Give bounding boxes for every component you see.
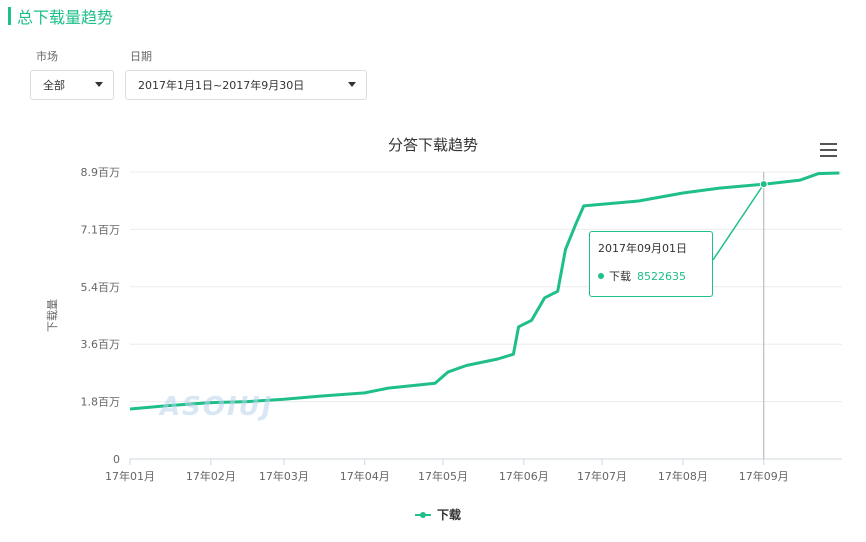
legend-line-icon <box>415 511 431 518</box>
x-tick-label: 17年01月 <box>105 469 155 483</box>
x-tick-label: 17年06月 <box>499 469 549 483</box>
y-axis-label: 下载量 <box>46 299 59 332</box>
download-series-line <box>129 171 840 411</box>
watermark-logo: ASOIUJ <box>160 392 274 422</box>
x-tick-label: 17年03月 <box>259 469 309 483</box>
x-tick-label: 17年08月 <box>658 469 708 483</box>
download-trend-chart: 0 1.8百万 3.6百万 5.4百万 7.1百万 8.9百万 17年01月 17年02月 17… <box>46 166 842 483</box>
y-tick-label: 3.6百万 <box>81 338 121 351</box>
highlight-point <box>759 180 768 189</box>
series-dot-icon <box>598 273 604 279</box>
x-tick-label: 17年04月 <box>340 469 390 483</box>
y-tick-label: 0 <box>113 453 120 466</box>
x-tick-label: 17年07月 <box>577 469 627 483</box>
tick-labels: 0 1.8百万 3.6百万 5.4百万 7.1百万 8.9百万 17年01月 17年02月 17… <box>46 166 789 483</box>
tooltip-date: 2017年09月01日 <box>598 242 687 255</box>
y-tick-label: 1.8百万 <box>81 396 121 409</box>
y-tick-label: 5.4百万 <box>81 281 121 294</box>
x-tick-label: 17年02月 <box>186 469 236 483</box>
y-tick-label: 7.1百万 <box>81 223 121 236</box>
tooltip-series-name: 下载 <box>609 270 631 283</box>
tooltip-connector <box>712 183 765 261</box>
series-layer <box>129 171 840 411</box>
chart-tooltip: 2017年09月01日 下载 8522635 <box>589 231 713 297</box>
tooltip-value: 8522635 <box>637 269 686 283</box>
y-tick-label: 8.9百万 <box>81 166 121 179</box>
legend-label: 下载 <box>437 508 462 522</box>
x-tick-label: 17年05月 <box>418 469 468 483</box>
x-tick-label: 17年09月 <box>739 469 789 483</box>
chart-legend[interactable]: 下载 <box>415 506 461 523</box>
